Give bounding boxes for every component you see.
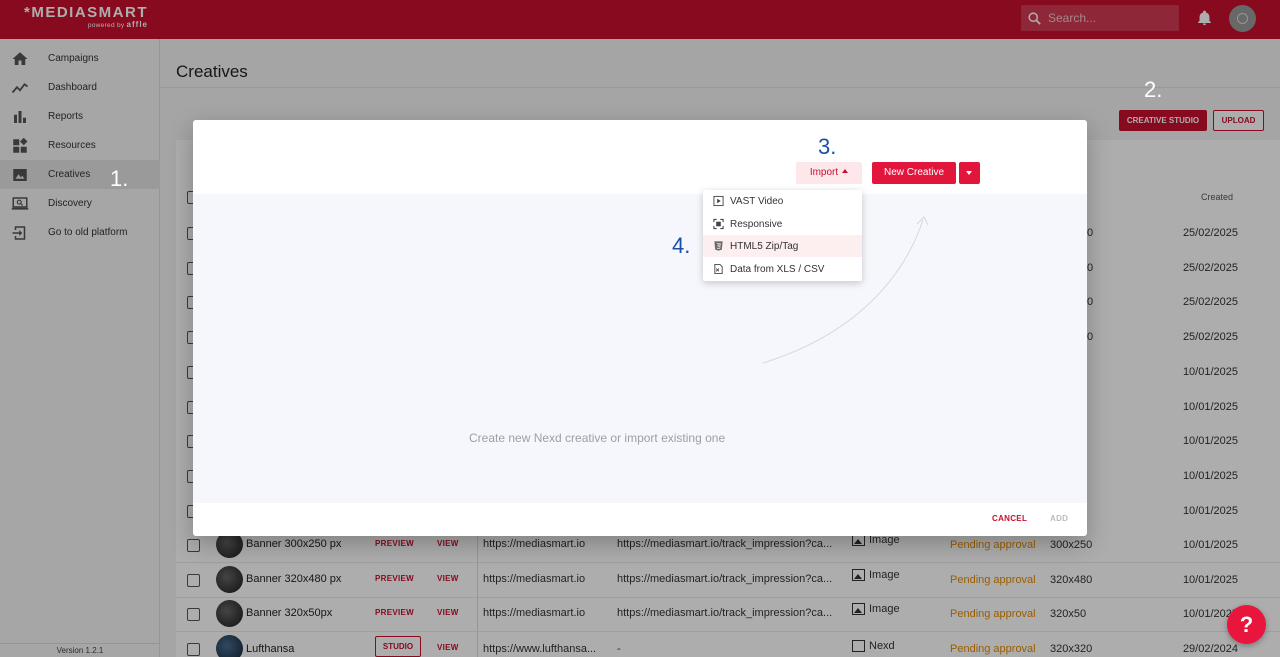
caret-up-icon (842, 169, 849, 173)
step-annotation-4: 4. (672, 233, 691, 258)
menu-item-label: Responsive (730, 218, 783, 230)
step-annotation-3: 3. (818, 134, 837, 159)
html5-icon (714, 241, 723, 251)
menu-item-html5[interactable]: HTML5 Zip/Tag (703, 235, 862, 257)
menu-item-label: VAST Video (730, 195, 784, 207)
step-annotation-2: 2. (1144, 77, 1163, 102)
import-menu: VAST Video Responsive HTML5 Zip/Tag Data… (703, 190, 862, 281)
menu-item-vast-video[interactable]: VAST Video (703, 190, 862, 212)
cancel-button[interactable]: CANCEL (992, 514, 1027, 523)
new-creative-dropdown-button[interactable] (959, 162, 980, 184)
import-label: Import (809, 167, 839, 178)
menu-item-xls-csv[interactable]: Data from XLS / CSV (703, 258, 862, 280)
new-creative-modal: Create new Nexd creative or import exist… (193, 120, 1087, 536)
help-button[interactable]: ? (1227, 605, 1266, 644)
responsive-icon (713, 218, 724, 230)
menu-item-label: Data from XLS / CSV (730, 263, 825, 275)
spreadsheet-icon (714, 263, 723, 275)
import-button[interactable]: Import (796, 162, 862, 184)
step-annotation-1: 1. (110, 166, 129, 191)
add-button[interactable]: ADD (1050, 514, 1068, 523)
menu-item-label: HTML5 Zip/Tag (730, 240, 799, 252)
menu-item-responsive[interactable]: Responsive (703, 213, 862, 235)
video-file-icon (713, 195, 724, 207)
new-creative-button[interactable]: New Creative (872, 162, 956, 184)
